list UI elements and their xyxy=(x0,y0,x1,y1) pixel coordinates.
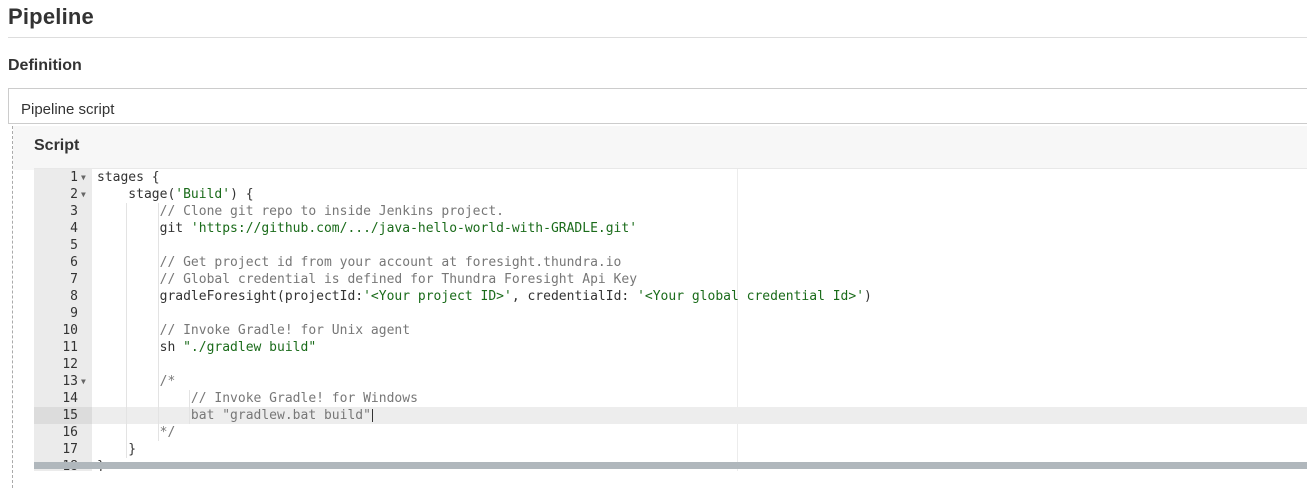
code-text: stage('Build') { xyxy=(97,186,254,203)
code-line[interactable]: 5 xyxy=(34,237,1307,254)
code-line[interactable]: 10 // Invoke Gradle! for Unix agent xyxy=(34,322,1307,339)
script-label: Script xyxy=(34,137,80,154)
line-number: 12 xyxy=(62,357,78,372)
text-cursor xyxy=(372,409,374,422)
code-line[interactable]: 2 ▼ stage('Build') { xyxy=(34,186,1307,203)
string-token: 'https://github.com/.../java-hello-world… xyxy=(190,221,638,236)
comment-token: /* xyxy=(97,374,176,389)
code-text: // Clone git repo to inside Jenkins proj… xyxy=(97,203,504,220)
code-text: // Get project id from your account at f… xyxy=(97,254,622,271)
code-text: sh "./gradlew build" xyxy=(97,339,317,356)
fold-arrow-icon[interactable]: ▼ xyxy=(81,169,91,186)
code-text: gradleForesight(projectId:'<Your project… xyxy=(97,288,872,305)
definition-label: Definition xyxy=(8,57,82,74)
line-number: 4 xyxy=(70,221,78,236)
nesting-guide xyxy=(12,126,13,488)
comment-token: // Invoke Gradle! for Unix agent xyxy=(97,323,411,338)
comment-token: // Invoke Gradle! for Windows xyxy=(97,391,418,406)
code-token: , credentialId: xyxy=(511,289,638,304)
code-token: git xyxy=(97,221,191,236)
editor-horizontal-scrollbar[interactable] xyxy=(34,462,1307,469)
line-number: 14 xyxy=(62,391,78,406)
code-line[interactable]: 4 git 'https://github.com/.../java-hello… xyxy=(34,220,1307,237)
code-line[interactable]: 12 xyxy=(34,356,1307,373)
code-text: git 'https://github.com/.../java-hello-w… xyxy=(97,220,637,237)
code-text: */ xyxy=(97,424,176,441)
title-divider xyxy=(8,37,1307,38)
string-token: 'Build' xyxy=(175,187,231,202)
comment-token: */ xyxy=(97,425,176,440)
code-token: gradleForesight(projectId: xyxy=(97,289,364,304)
indent-guide xyxy=(157,356,159,373)
comment-token: // Global credential is defined for Thun… xyxy=(97,272,638,287)
code-line[interactable]: 13 ▼ /* xyxy=(34,373,1307,390)
line-number: 9 xyxy=(70,306,78,321)
code-token: ) xyxy=(864,289,872,304)
code-line[interactable]: 17 } xyxy=(34,441,1307,458)
script-editor[interactable]: 1 ▼ stages {2 ▼ stage('Build') {3 // Clone … xyxy=(34,168,1307,471)
nested-panel xyxy=(13,126,1307,170)
line-number: 10 xyxy=(62,323,78,338)
line-number: 5 xyxy=(70,238,78,253)
indent-guide xyxy=(126,237,128,254)
string-token: '<Your project ID>' xyxy=(363,289,512,304)
comment-token: // Clone git repo to inside Jenkins proj… xyxy=(97,204,504,219)
code-line[interactable]: 8 gradleForesight(projectId:'<Your proje… xyxy=(34,288,1307,305)
comment-token: // Get project id from your account at f… xyxy=(97,255,622,270)
code-text: } xyxy=(97,441,136,458)
string-token: '<Your global credential Id>' xyxy=(637,289,865,304)
line-number: 8 xyxy=(70,289,78,304)
code-lines: 1 ▼ stages {2 ▼ stage('Build') {3 // Clone … xyxy=(34,169,1307,471)
code-line[interactable]: 15 bat "gradlew.bat build" xyxy=(34,407,1307,424)
indent-guide xyxy=(126,305,128,322)
code-line[interactable]: 11 sh "./gradlew build" xyxy=(34,339,1307,356)
fold-arrow-icon[interactable]: ▼ xyxy=(81,186,91,203)
code-text: // Invoke Gradle! for Windows xyxy=(97,390,418,407)
line-number: 17 xyxy=(62,442,78,457)
indent-guide xyxy=(157,237,159,254)
code-token: } xyxy=(97,442,137,457)
line-number: 15 xyxy=(34,407,92,424)
line-number: 3 xyxy=(70,204,78,219)
comment-token: bat "gradlew.bat build" xyxy=(97,408,371,423)
string-token: "./gradlew build" xyxy=(183,340,317,355)
code-token: stages { xyxy=(97,170,160,185)
code-line[interactable]: 9 xyxy=(34,305,1307,322)
code-line[interactable]: 14 // Invoke Gradle! for Windows xyxy=(34,390,1307,407)
code-text: // Invoke Gradle! for Unix agent xyxy=(97,322,410,339)
code-text: stages { xyxy=(97,169,160,186)
definition-select[interactable]: Pipeline script xyxy=(8,88,1307,124)
line-number: 16 xyxy=(62,425,78,440)
definition-select-value: Pipeline script xyxy=(21,101,115,118)
code-line[interactable]: 1 ▼ stages { xyxy=(34,169,1307,186)
code-token: ) { xyxy=(230,187,254,202)
fold-arrow-icon[interactable]: ▼ xyxy=(81,373,91,390)
code-token: stage( xyxy=(97,187,176,202)
page-title: Pipeline xyxy=(8,4,94,29)
code-text: /* xyxy=(97,373,176,390)
line-number: 6 xyxy=(70,255,78,270)
line-number: 11 xyxy=(62,340,78,355)
code-text: bat "gradlew.bat build" xyxy=(97,407,371,424)
code-line[interactable]: 6 // Get project id from your account at… xyxy=(34,254,1307,271)
code-line[interactable]: 3 // Clone git repo to inside Jenkins pr… xyxy=(34,203,1307,220)
code-line[interactable]: 16 */ xyxy=(34,424,1307,441)
indent-guide xyxy=(126,356,128,373)
line-number: 7 xyxy=(70,272,78,287)
code-line[interactable]: 7 // Global credential is defined for Th… xyxy=(34,271,1307,288)
indent-guide xyxy=(157,305,159,322)
code-text: // Global credential is defined for Thun… xyxy=(97,271,637,288)
code-token: sh xyxy=(97,340,184,355)
